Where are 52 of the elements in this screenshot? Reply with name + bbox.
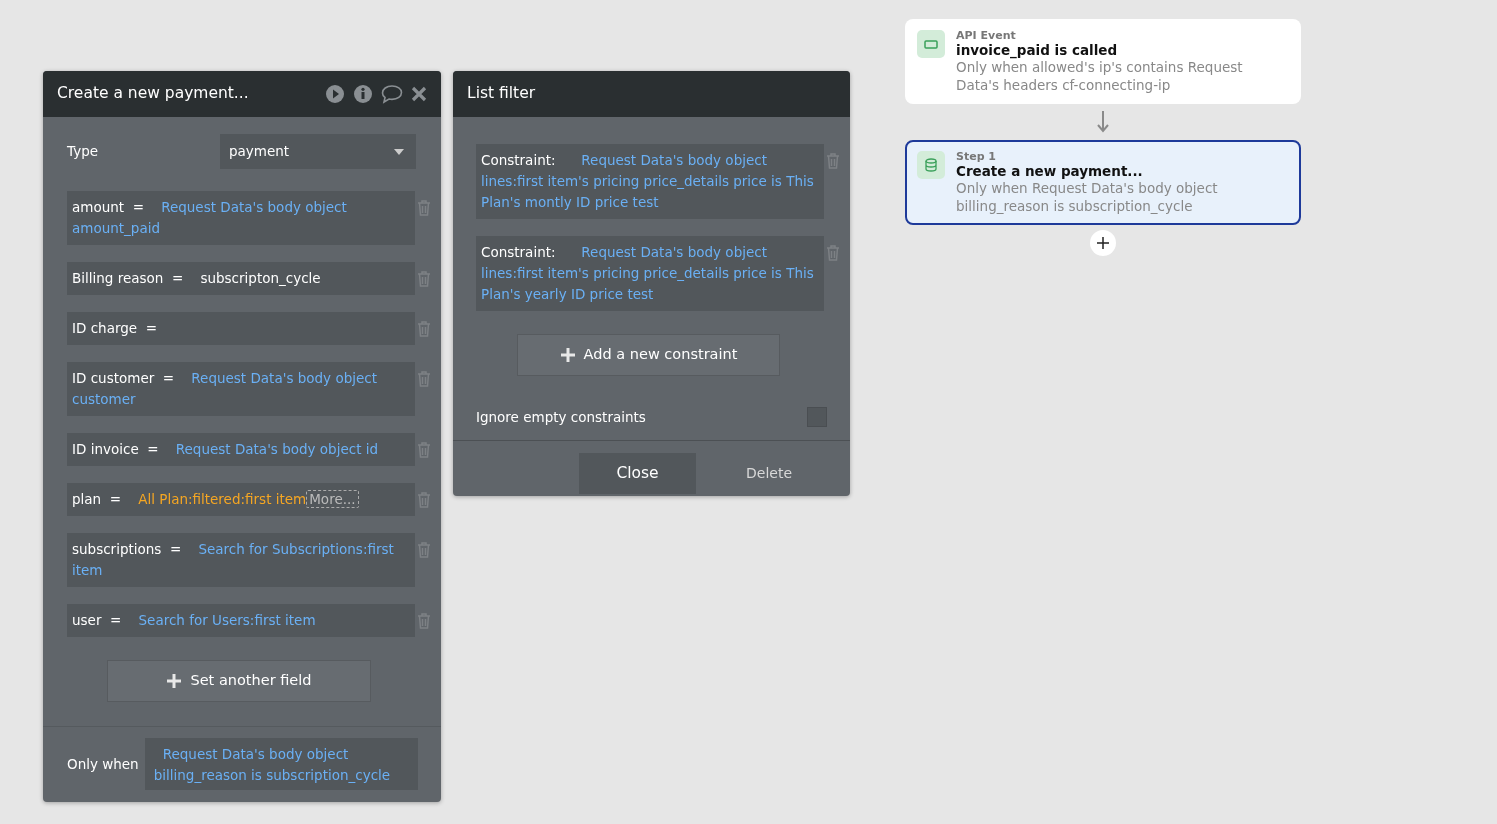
card-category: API Event	[956, 30, 1017, 42]
panel-title: Create a new payment...	[57, 83, 249, 105]
trash-icon[interactable]	[417, 321, 431, 337]
field-label: Only when	[67, 754, 139, 774]
trash-icon[interactable]	[417, 371, 431, 387]
field-row[interactable]: ID charge =	[67, 312, 415, 345]
trash-icon[interactable]	[417, 613, 431, 629]
field-row[interactable]: subscriptions = Search for Subscriptions:first item	[67, 533, 415, 587]
down-arrow-icon	[1097, 111, 1109, 133]
trash-icon[interactable]	[417, 200, 431, 216]
card-title: Create a new payment...	[956, 163, 1144, 179]
constraint-row[interactable]: Constraint: Request Data's body object lines:first item's pricing price_details price is This Plan's montly ID price test	[476, 144, 824, 219]
field-row[interactable]: plan = All Plan:filtered:first item More...	[67, 483, 415, 516]
close-button[interactable]: Close	[579, 453, 696, 495]
action-card[interactable]: Step 1 Create a new payment... Only when Request Data's body object billing_reason is subscription_cycle	[905, 140, 1301, 225]
field-row[interactable]: Billing reason = subscripton_cycle	[67, 262, 415, 295]
card-condition: Only when allowed's ip's contains Request Data's headers cf-connecting-ip	[956, 59, 1244, 94]
more-link[interactable]: More...	[306, 490, 359, 508]
trash-icon[interactable]	[826, 245, 840, 261]
plus-icon	[1097, 237, 1109, 249]
plus-icon	[559, 347, 576, 363]
trash-icon[interactable]	[417, 542, 431, 558]
field-row[interactable]: ID invoice = Request Data's body object id	[67, 433, 415, 466]
database-icon	[925, 158, 937, 172]
checkbox[interactable]	[807, 407, 827, 428]
close-icon[interactable]	[411, 86, 427, 102]
set-field-button[interactable]: Set another field	[107, 660, 371, 702]
add-constraint-button[interactable]: Add a new constraint	[517, 334, 780, 376]
field-label: Type	[67, 142, 99, 162]
comment-icon[interactable]	[381, 84, 403, 104]
trash-icon[interactable]	[826, 153, 840, 169]
trash-icon[interactable]	[417, 442, 431, 458]
trash-icon[interactable]	[417, 492, 431, 508]
option-label: Ignore empty constraints	[476, 408, 646, 427]
constraint-row[interactable]: Constraint: Request Data's body object lines:first item's pricing price_details price is This Plan's yearly ID price test	[476, 236, 824, 311]
delete-button[interactable]: Delete	[740, 462, 798, 486]
field-row[interactable]: amount = Request Data's body object amount_paid	[67, 191, 415, 245]
card-category: Step 1	[956, 151, 997, 163]
trash-icon[interactable]	[417, 271, 431, 287]
event-card[interactable]: API Event invoice_paid is called Only when allowed's ip's contains Request Data's headers cf-connecting-ip	[905, 19, 1301, 104]
info-icon[interactable]	[353, 84, 373, 104]
field-row[interactable]: ID customer = Request Data's body object customer	[67, 362, 415, 416]
field-row[interactable]: user = Search for Users:first item	[67, 604, 415, 637]
panel-title: List filter	[467, 83, 536, 105]
card-icon	[924, 39, 938, 49]
plus-icon	[166, 673, 183, 689]
card-title: invoice_paid is called	[956, 42, 1119, 58]
play-icon[interactable]	[325, 84, 345, 104]
caret-icon	[394, 148, 404, 155]
card-condition: Only when Request Data's body object billing_reason is subscription_cycle	[956, 179, 1219, 215]
add-step-button[interactable]	[1090, 230, 1116, 256]
type-dropdown[interactable]: payment	[220, 134, 416, 169]
